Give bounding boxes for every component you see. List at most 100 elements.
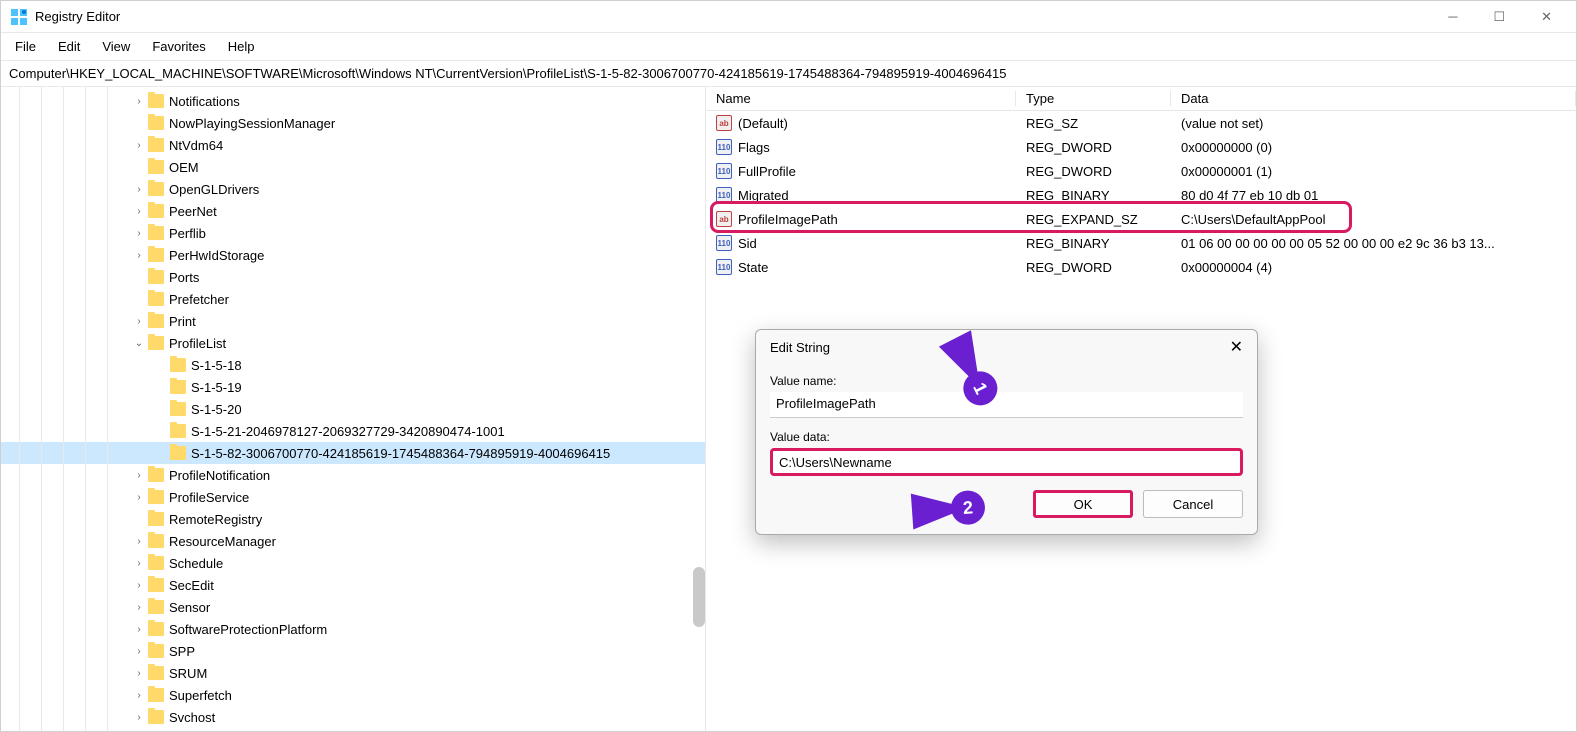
window-title: Registry Editor <box>35 9 1440 24</box>
value-row[interactable]: 110FlagsREG_DWORD0x00000000 (0) <box>706 135 1576 159</box>
value-row[interactable]: ab(Default)REG_SZ(value not set) <box>706 111 1576 135</box>
ok-button[interactable]: OK <box>1033 490 1133 518</box>
chevron-right-icon[interactable]: › <box>133 206 145 217</box>
binary-value-icon: 110 <box>716 259 732 275</box>
chevron-right-icon[interactable]: › <box>133 624 145 635</box>
folder-icon <box>148 248 164 262</box>
chevron-right-icon: · <box>133 162 145 173</box>
titlebar: Registry Editor ─ ☐ ✕ <box>1 1 1576 33</box>
value-type: REG_DWORD <box>1016 260 1171 275</box>
tree-item-label: S-1-5-19 <box>191 380 242 395</box>
value-row[interactable]: 110StateREG_DWORD0x00000004 (4) <box>706 255 1576 279</box>
col-type[interactable]: Type <box>1016 91 1171 106</box>
value-name: Sid <box>738 236 757 251</box>
value-data-field[interactable]: C:\Users\Newname <box>770 448 1243 476</box>
tree-item-label: NtVdm64 <box>169 138 223 153</box>
tree-item-label: PerHwIdStorage <box>169 248 264 263</box>
value-data-label: Value data: <box>770 430 1243 444</box>
maximize-button[interactable]: ☐ <box>1485 5 1513 29</box>
col-data[interactable]: Data <box>1171 91 1576 106</box>
cancel-button[interactable]: Cancel <box>1143 490 1243 518</box>
chevron-right-icon[interactable]: › <box>133 250 145 261</box>
chevron-right-icon: · <box>155 360 167 371</box>
folder-icon <box>148 336 164 350</box>
tree-item-label: Print <box>169 314 196 329</box>
folder-icon <box>148 556 164 570</box>
folder-icon <box>170 380 186 394</box>
binary-value-icon: 110 <box>716 139 732 155</box>
tree-item-label: NowPlayingSessionManager <box>169 116 335 131</box>
menubar: File Edit View Favorites Help <box>1 33 1576 61</box>
chevron-right-icon: · <box>155 448 167 459</box>
minimize-button[interactable]: ─ <box>1440 5 1465 29</box>
tree-item-label: OpenGLDrivers <box>169 182 259 197</box>
dialog-close-icon[interactable]: ✕ <box>1230 337 1243 357</box>
folder-icon <box>148 710 164 724</box>
chevron-right-icon[interactable]: › <box>133 646 145 657</box>
value-row[interactable]: 110SidREG_BINARY01 06 00 00 00 00 00 05 … <box>706 231 1576 255</box>
chevron-right-icon[interactable]: › <box>133 580 145 591</box>
chevron-right-icon[interactable]: › <box>133 492 145 503</box>
folder-icon <box>148 490 164 504</box>
tree-item-label: ProfileNotification <box>169 468 270 483</box>
menu-edit[interactable]: Edit <box>58 39 80 54</box>
chevron-right-icon[interactable]: › <box>133 558 145 569</box>
chevron-right-icon[interactable]: › <box>133 470 145 481</box>
folder-icon <box>170 358 186 372</box>
chevron-right-icon[interactable]: › <box>133 602 145 613</box>
value-type: REG_SZ <box>1016 116 1171 131</box>
chevron-right-icon[interactable]: › <box>133 712 145 723</box>
tree-pane[interactable]: ›Notifications·NowPlayingSessionManager›… <box>1 87 706 731</box>
folder-icon <box>148 644 164 658</box>
value-row[interactable]: 110FullProfileREG_DWORD0x00000001 (1) <box>706 159 1576 183</box>
value-type: REG_DWORD <box>1016 140 1171 155</box>
tree-item-label: Superfetch <box>169 688 232 703</box>
tree-item-label: S-1-5-82-3006700770-424185619-1745488364… <box>191 446 610 461</box>
chevron-right-icon[interactable]: › <box>133 690 145 701</box>
folder-icon <box>148 468 164 482</box>
folder-icon <box>148 182 164 196</box>
scrollbar-thumb[interactable] <box>693 567 705 627</box>
chevron-right-icon[interactable]: › <box>133 96 145 107</box>
folder-icon <box>148 226 164 240</box>
folder-icon <box>148 270 164 284</box>
chevron-right-icon: · <box>155 426 167 437</box>
menu-help[interactable]: Help <box>228 39 255 54</box>
value-name-field[interactable]: ProfileImagePath <box>770 392 1243 418</box>
list-header: Name Type Data <box>706 87 1576 111</box>
tree-item-label: ProfileService <box>169 490 249 505</box>
menu-file[interactable]: File <box>15 39 36 54</box>
menu-view[interactable]: View <box>102 39 130 54</box>
chevron-right-icon[interactable]: › <box>133 140 145 151</box>
regedit-icon <box>11 9 27 25</box>
tree-item-label: SPP <box>169 644 195 659</box>
chevron-right-icon[interactable]: › <box>133 316 145 327</box>
chevron-right-icon: · <box>133 272 145 283</box>
address-bar[interactable]: Computer\HKEY_LOCAL_MACHINE\SOFTWARE\Mic… <box>1 61 1576 87</box>
tree-item-label: ResourceManager <box>169 534 276 549</box>
value-data: 0x00000001 (1) <box>1171 164 1576 179</box>
chevron-right-icon[interactable]: › <box>133 668 145 679</box>
value-type: REG_BINARY <box>1016 236 1171 251</box>
tree-item-label: RemoteRegistry <box>169 512 262 527</box>
tree-item-label: S-1-5-21-2046978127-2069327729-342089047… <box>191 424 505 439</box>
address-text: Computer\HKEY_LOCAL_MACHINE\SOFTWARE\Mic… <box>9 66 1006 81</box>
chevron-right-icon[interactable]: › <box>133 184 145 195</box>
folder-icon <box>148 116 164 130</box>
value-name: Flags <box>738 140 770 155</box>
chevron-right-icon: · <box>133 514 145 525</box>
folder-icon <box>148 512 164 526</box>
folder-icon <box>148 314 164 328</box>
menu-favorites[interactable]: Favorites <box>152 39 205 54</box>
tree-item-label: SoftwareProtectionPlatform <box>169 622 327 637</box>
tree-item-label: Sensor <box>169 600 210 615</box>
folder-icon <box>148 622 164 636</box>
close-button[interactable]: ✕ <box>1533 5 1560 29</box>
col-name[interactable]: Name <box>706 91 1016 106</box>
chevron-right-icon: · <box>133 118 145 129</box>
chevron-down-icon[interactable]: ⌄ <box>133 338 145 349</box>
chevron-right-icon[interactable]: › <box>133 228 145 239</box>
string-value-icon: ab <box>716 115 732 131</box>
value-type: REG_DWORD <box>1016 164 1171 179</box>
chevron-right-icon[interactable]: › <box>133 536 145 547</box>
